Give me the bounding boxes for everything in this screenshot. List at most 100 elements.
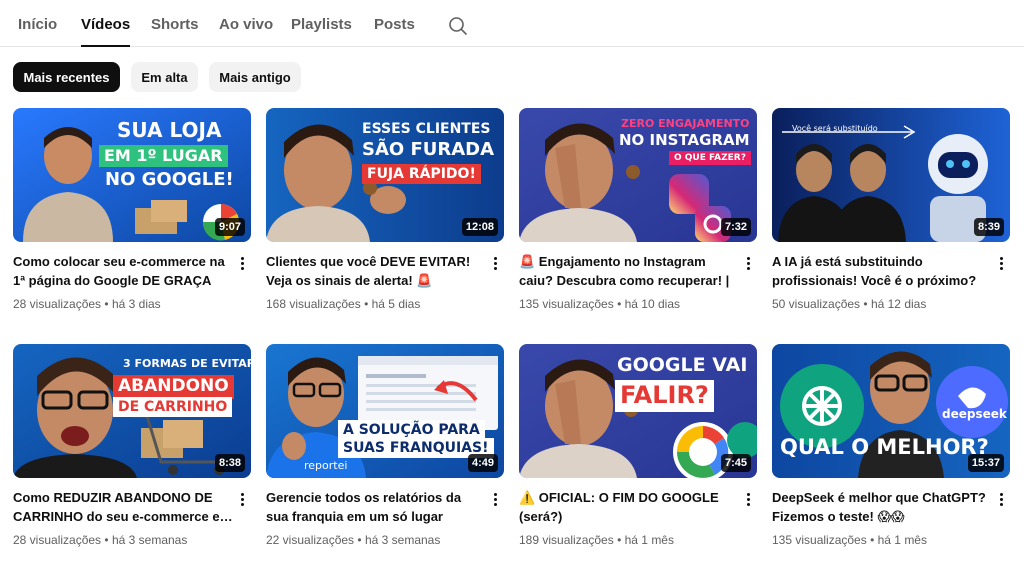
video-thumbnail[interactable]: deepseek QUAL O MELHOR? 15:37 xyxy=(772,344,1010,478)
thumb-text-line3: DE CARRINHO xyxy=(113,397,233,418)
more-options-icon[interactable] xyxy=(488,255,502,273)
thumb-text-line1: 3 FORMAS DE EVITAR xyxy=(123,357,251,370)
thumb-text-line3: FUJA RÁPIDO! xyxy=(362,164,481,185)
video-title[interactable]: Clientes que você DEVE EVITAR! Veja os s… xyxy=(266,252,486,290)
thumb-brand-text: deepseek xyxy=(942,407,1007,421)
video-card: GOOGLE VAI FALIR? 7:45 ⚠️ OFICIAL: O FIM… xyxy=(519,344,757,547)
more-options-icon[interactable] xyxy=(741,255,755,273)
video-thumbnail[interactable]: ZERO ENGAJAMENTO NO INSTAGRAM O QUE FAZE… xyxy=(519,108,757,242)
thumb-text-line2: EM 1º LUGAR xyxy=(99,145,228,168)
tab-videos[interactable]: Vídeos xyxy=(81,16,131,47)
video-title[interactable]: ⚠️ OFICIAL: O FIM DO GOOGLE (será?) xyxy=(519,488,739,526)
video-meta: 135 visualizações • há 1 mês xyxy=(772,533,927,547)
video-meta: 135 visualizações • há 10 dias xyxy=(519,297,680,311)
video-thumbnail[interactable]: SUA LOJA EM 1º LUGAR NO GOOGLE! 9:07 xyxy=(13,108,251,242)
video-title[interactable]: 🚨 Engajamento no Instagram caiu? Descubr… xyxy=(519,252,739,290)
video-duration: 15:37 xyxy=(967,454,1004,472)
search-icon xyxy=(449,17,467,35)
video-duration: 7:45 xyxy=(720,454,751,472)
video-thumbnail[interactable]: ESSES CLIENTES SÃO FURADA FUJA RÁPIDO! 1… xyxy=(266,108,504,242)
thumb-text-line1: ESSES CLIENTES xyxy=(362,121,491,137)
chip-em-alta[interactable]: Em alta xyxy=(131,62,198,92)
thumb-text-line2: NO INSTAGRAM xyxy=(619,131,750,149)
video-meta: 168 visualizações • há 5 dias xyxy=(266,297,420,311)
video-card: 3 FORMAS DE EVITAR ABANDONO DE CARRINHO … xyxy=(13,344,251,547)
video-thumbnail[interactable]: GOOGLE VAI FALIR? 7:45 xyxy=(519,344,757,478)
tab-posts[interactable]: Posts xyxy=(374,16,415,47)
video-card: deepseek QUAL O MELHOR? 15:37 DeepSeek é… xyxy=(772,344,1010,547)
view-count: 28 visualizações xyxy=(13,533,102,547)
thumb-text-line2: SÃO FURADA xyxy=(362,139,495,160)
tab-inicio[interactable]: Início xyxy=(18,16,57,47)
video-thumbnail[interactable]: Você será substituído 8:39 xyxy=(772,108,1010,242)
more-options-icon[interactable] xyxy=(488,491,502,509)
video-title[interactable]: DeepSeek é melhor que ChatGPT? Fizemos o… xyxy=(772,488,992,526)
view-count: 135 visualizações xyxy=(772,533,867,547)
view-count: 135 visualizações xyxy=(519,297,614,311)
more-options-icon[interactable] xyxy=(994,491,1008,509)
more-options-icon[interactable] xyxy=(994,255,1008,273)
video-meta: 28 visualizações • há 3 semanas xyxy=(13,533,187,547)
video-card: ZERO ENGAJAMENTO NO INSTAGRAM O QUE FAZE… xyxy=(519,108,757,311)
view-count: 189 visualizações xyxy=(519,533,614,547)
thumb-text-line2: FALIR? xyxy=(615,380,714,412)
video-meta: 189 visualizações • há 1 mês xyxy=(519,533,674,547)
upload-age: há 3 dias xyxy=(111,297,161,311)
video-title[interactable]: Como colocar seu e-commerce na 1ª página… xyxy=(13,252,233,290)
video-card: Você será substituído 8:39 A IA já está … xyxy=(772,108,1010,311)
channel-tabs: Início Vídeos Shorts Ao vivo Playlists P… xyxy=(0,0,1024,47)
video-title[interactable]: Como REDUZIR ABANDONO DE CARRINHO do seu… xyxy=(13,488,233,526)
video-thumbnail[interactable]: A SOLUÇÃO PARA SUAS FRANQUIAS! reportei … xyxy=(266,344,504,478)
video-title[interactable]: Gerencie todos os relatórios da sua fran… xyxy=(266,488,486,526)
video-meta: 22 visualizações • há 3 semanas xyxy=(266,533,440,547)
video-duration: 8:39 xyxy=(973,218,1004,236)
thumb-text-line1: SUA LOJA xyxy=(117,118,222,142)
view-count: 168 visualizações xyxy=(266,297,361,311)
video-duration: 7:32 xyxy=(720,218,751,236)
tab-shorts[interactable]: Shorts xyxy=(151,16,199,47)
tab-ao-vivo[interactable]: Ao vivo xyxy=(219,16,273,47)
more-options-icon[interactable] xyxy=(235,255,249,273)
more-options-icon[interactable] xyxy=(235,491,249,509)
meta-separator: • xyxy=(104,533,109,547)
meta-separator: • xyxy=(364,297,369,311)
chip-mais-antigo[interactable]: Mais antigo xyxy=(209,62,301,92)
tab-playlists[interactable]: Playlists xyxy=(291,16,352,47)
video-title[interactable]: A IA já está substituindo profissionais!… xyxy=(772,252,992,290)
meta-separator: • xyxy=(357,533,362,547)
video-duration: 8:38 xyxy=(214,454,245,472)
thumb-brand-text: reportei xyxy=(304,459,348,472)
thumb-text-line3: O QUE FAZER? xyxy=(669,151,751,166)
upload-age: há 5 dias xyxy=(371,297,421,311)
search-button[interactable] xyxy=(446,14,470,38)
view-count: 28 visualizações xyxy=(13,297,102,311)
thumb-text-line1: GOOGLE VAI xyxy=(617,354,748,376)
chip-mais-recentes[interactable]: Mais recentes xyxy=(13,62,120,92)
video-duration: 12:08 xyxy=(461,218,498,236)
more-options-icon[interactable] xyxy=(741,491,755,509)
upload-age: há 10 dias xyxy=(624,297,681,311)
meta-separator: • xyxy=(104,297,109,311)
upload-age: há 1 mês xyxy=(624,533,674,547)
thumb-text-line2: ABANDONO xyxy=(113,375,234,399)
video-card: A SOLUÇÃO PARA SUAS FRANQUIAS! reportei … xyxy=(266,344,504,547)
thumb-text-line1: QUAL O MELHOR? xyxy=(780,435,989,459)
meta-separator: • xyxy=(617,297,622,311)
upload-age: há 1 mês xyxy=(877,533,927,547)
video-meta: 28 visualizações • há 3 dias xyxy=(13,297,161,311)
video-duration: 9:07 xyxy=(214,218,245,236)
thumb-text-line1: ZERO ENGAJAMENTO xyxy=(621,117,750,130)
thumb-text-line1: Você será substituído xyxy=(792,124,878,133)
upload-age: há 3 semanas xyxy=(111,533,188,547)
meta-separator: • xyxy=(863,297,868,311)
video-duration: 4:49 xyxy=(467,454,498,472)
video-meta: 50 visualizações • há 12 dias xyxy=(772,297,926,311)
meta-separator: • xyxy=(870,533,875,547)
video-card: SUA LOJA EM 1º LUGAR NO GOOGLE! 9:07 Com… xyxy=(13,108,251,311)
video-card: ESSES CLIENTES SÃO FURADA FUJA RÁPIDO! 1… xyxy=(266,108,504,311)
upload-age: há 12 dias xyxy=(870,297,927,311)
thumb-text-line3: NO GOOGLE! xyxy=(105,169,234,190)
video-thumbnail[interactable]: 3 FORMAS DE EVITAR ABANDONO DE CARRINHO … xyxy=(13,344,251,478)
view-count: 50 visualizações xyxy=(772,297,861,311)
meta-separator: • xyxy=(617,533,622,547)
